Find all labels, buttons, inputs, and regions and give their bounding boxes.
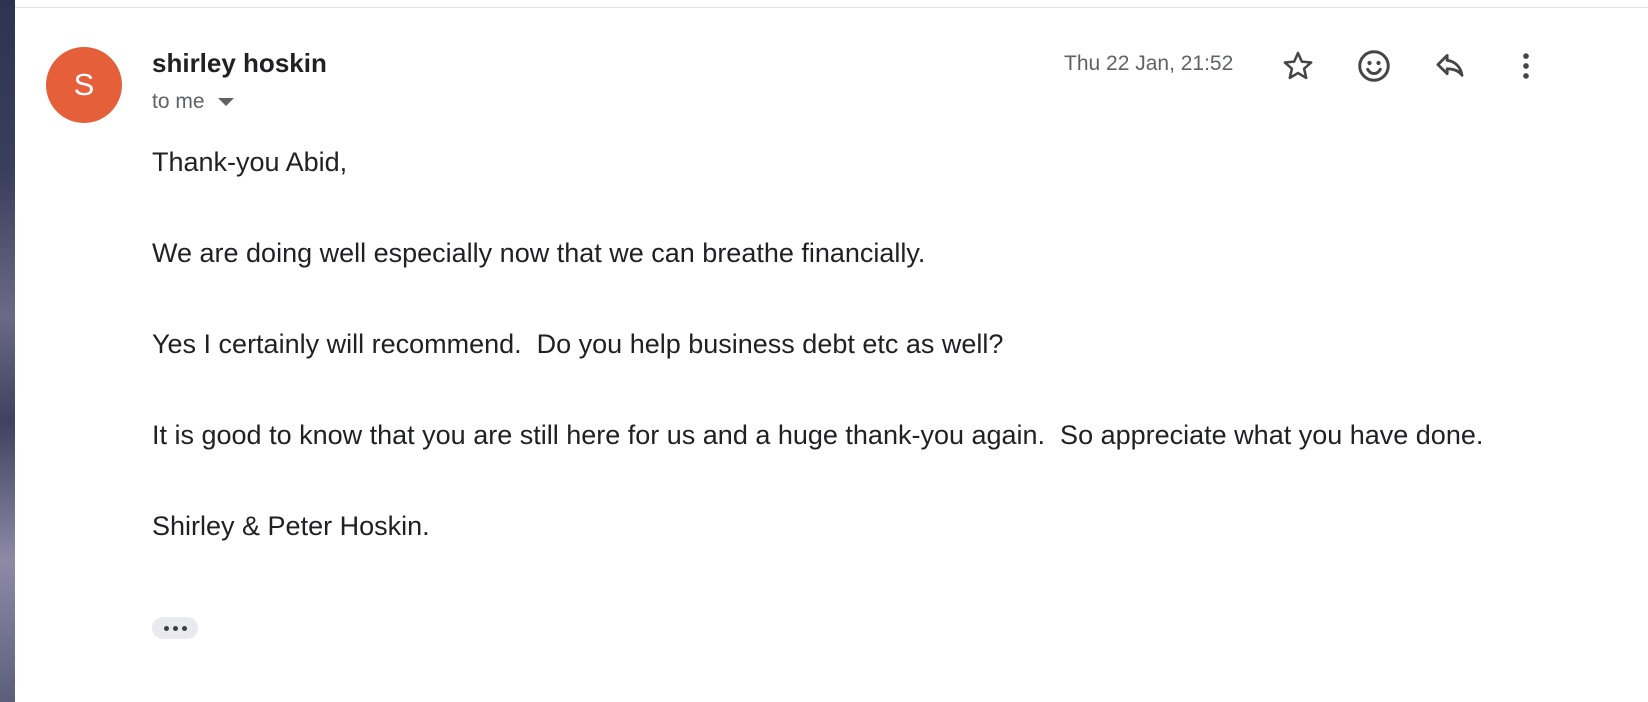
sender-name: shirley hoskin bbox=[152, 48, 327, 78]
background-strip bbox=[0, 0, 15, 702]
show-trimmed-content-button[interactable] bbox=[152, 617, 198, 639]
star-icon bbox=[1283, 51, 1313, 80]
message-signature: Shirley & Peter Hoskin. bbox=[152, 511, 430, 541]
message-paragraph: We are doing well especially now that we… bbox=[152, 238, 926, 268]
message-paragraph: Yes I certainly will recommend. Do you h… bbox=[152, 329, 1004, 359]
recipient-label: to me bbox=[152, 90, 205, 113]
avatar: S bbox=[46, 47, 122, 123]
avatar-letter: S bbox=[73, 67, 95, 102]
divider bbox=[15, 7, 1648, 8]
message-body: Thank-you Abid, We are doing well especi… bbox=[152, 140, 1532, 549]
add-reaction-button[interactable] bbox=[1352, 44, 1396, 88]
more-options-button[interactable] bbox=[1504, 44, 1548, 88]
reply-icon bbox=[1436, 53, 1464, 77]
chevron-down-icon[interactable] bbox=[217, 98, 234, 106]
ellipsis-icon bbox=[172, 625, 178, 631]
recipient-line: to me bbox=[152, 90, 234, 114]
timestamp: Thu 22 Jan, 21:52 bbox=[1064, 52, 1234, 75]
more-vert-icon bbox=[1523, 53, 1529, 79]
message-paragraph: It is good to know that you are still he… bbox=[152, 420, 1484, 450]
emoji-reaction-icon bbox=[1358, 50, 1390, 82]
message-greeting: Thank-you Abid, bbox=[152, 147, 348, 177]
reply-button[interactable] bbox=[1428, 44, 1472, 88]
ellipsis-icon bbox=[163, 625, 169, 631]
star-button[interactable] bbox=[1276, 44, 1320, 88]
ellipsis-icon bbox=[181, 625, 187, 631]
